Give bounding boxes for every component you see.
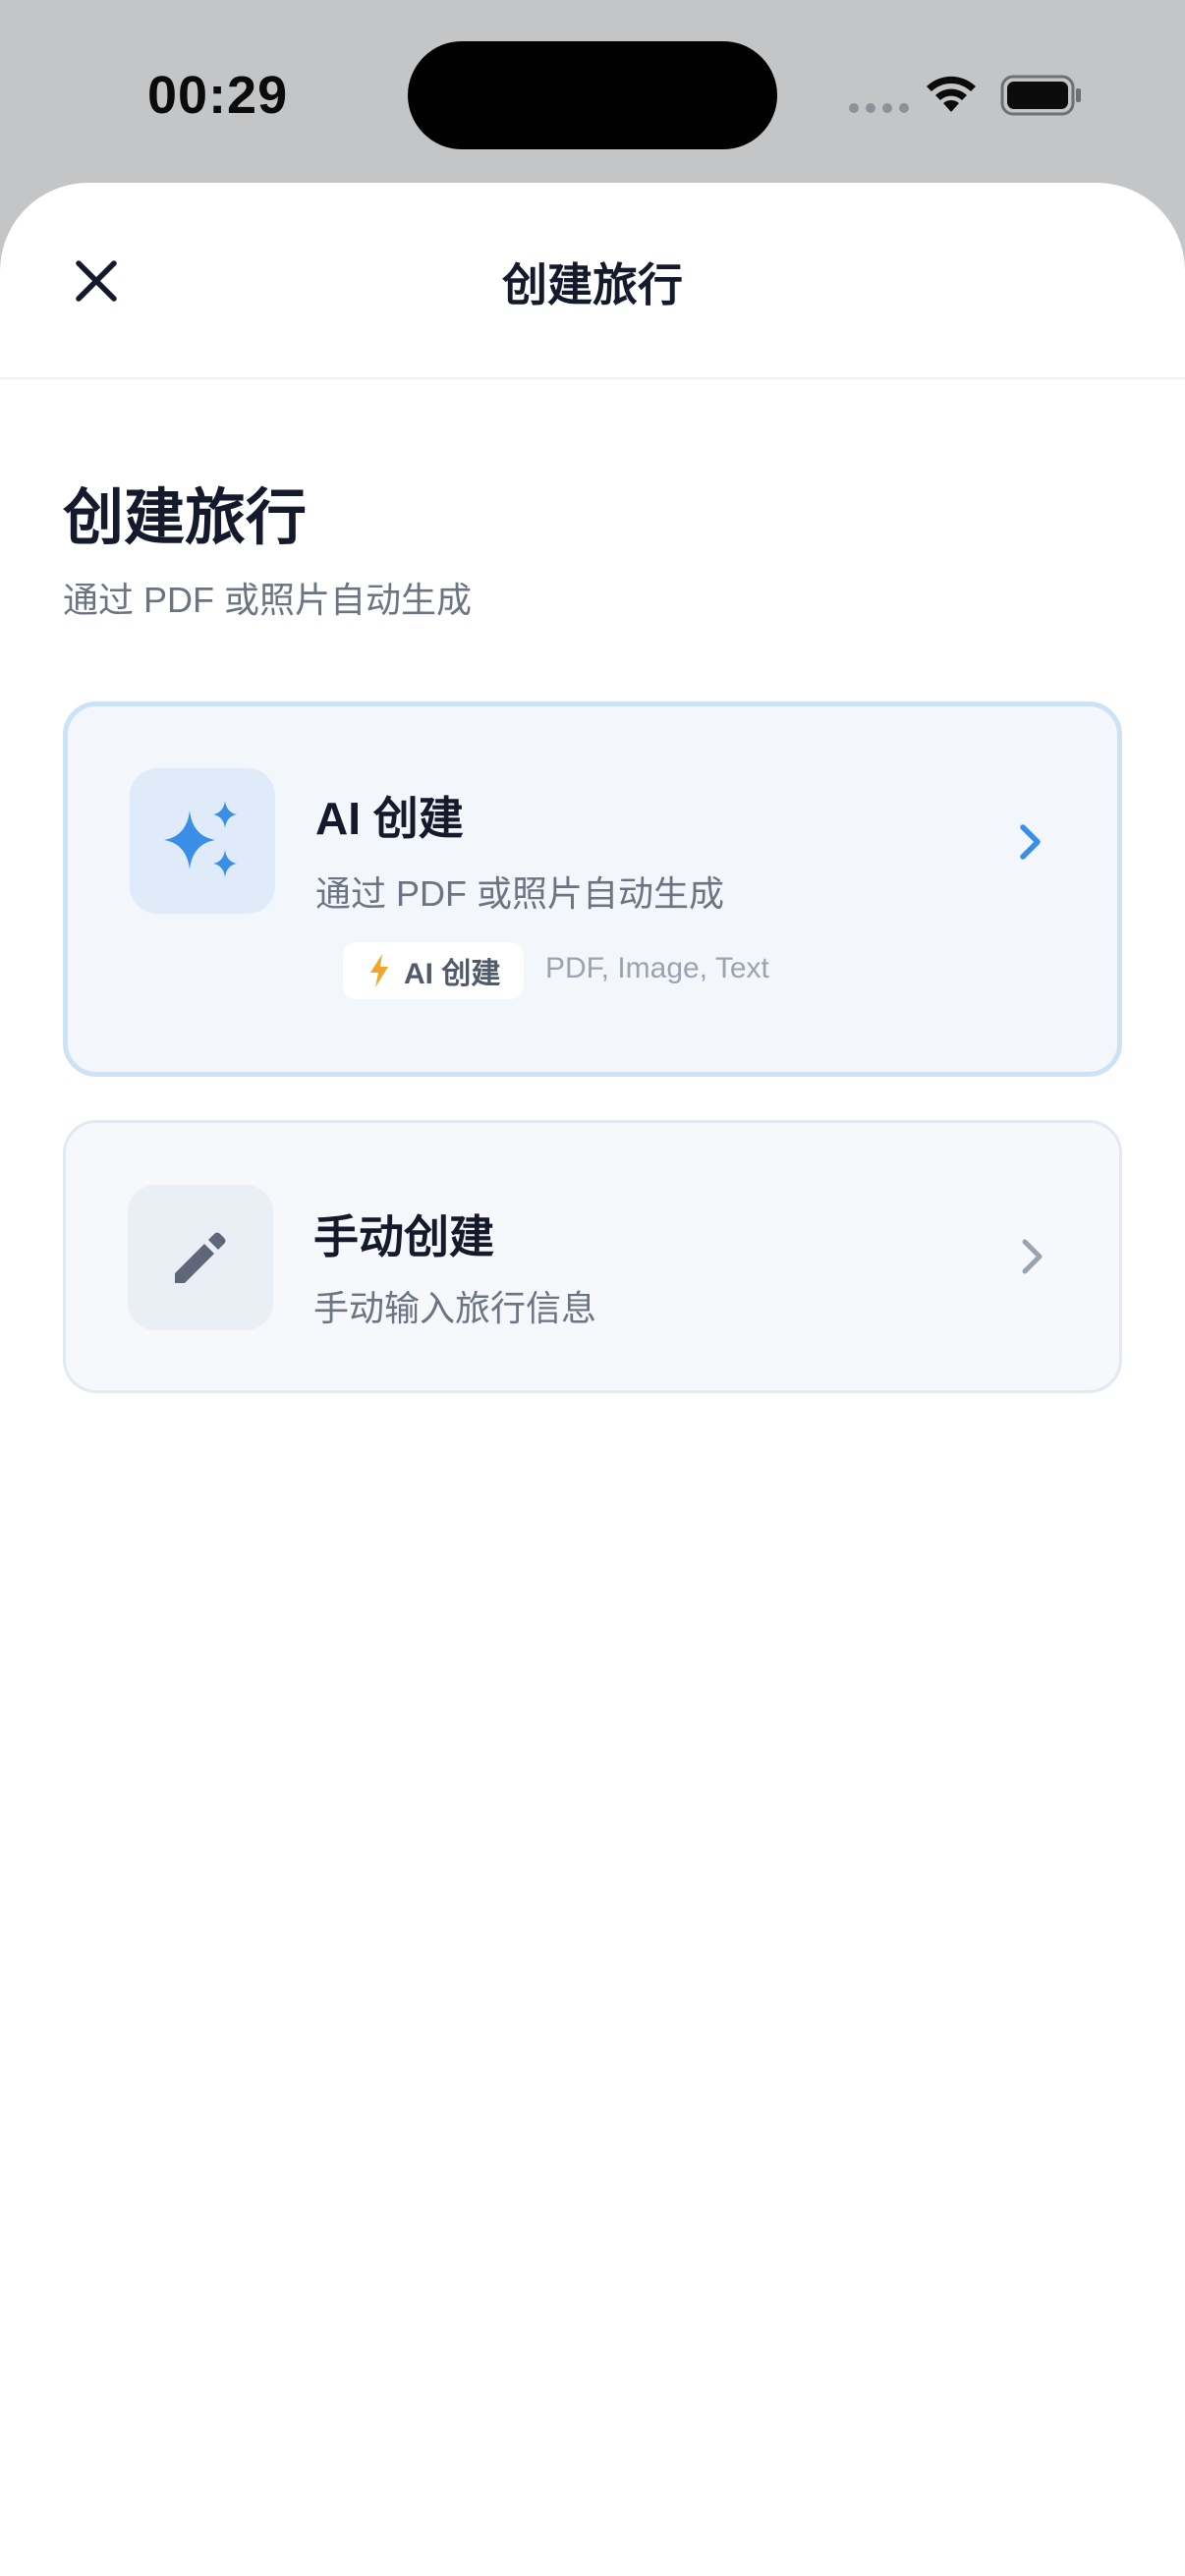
ai-icon-box [130,768,275,914]
manual-card-title: 手动创建 [313,1211,494,1262]
ai-chip: AI 创建 [343,942,525,999]
sparkles-icon [164,801,237,877]
manual-card-subtitle: 手动输入旅行信息 [313,1288,597,1328]
page-subtitle: 通过 PDF 或照片自动生成 [63,580,473,620]
ai-chip-label: AI 创建 [404,958,501,990]
pencil-icon [175,1232,226,1283]
dynamic-island [408,41,777,149]
lightning-icon [370,954,388,987]
ai-create-card[interactable]: AI 创建 通过 PDF 或照片自动生成 AI 创建 PDF, Image, T… [63,701,1122,1077]
battery-icon [1000,75,1081,116]
page-title: 创建旅行 [63,484,308,552]
wifi-icon [927,76,976,112]
nav-bar: 创建旅行 [0,183,1185,379]
status-bar: 00:29 [0,0,1185,187]
manual-create-card[interactable]: 手动创建 手动输入旅行信息 [63,1120,1122,1393]
chevron-right-icon [1009,812,1052,871]
cellular-signal-icon [849,103,909,113]
nav-title: 创建旅行 [502,259,683,310]
ai-card-title: AI 创建 [315,793,464,844]
manual-icon-box [128,1185,273,1330]
status-time: 00:29 [147,66,289,125]
ai-card-subtitle: 通过 PDF 或照片自动生成 [315,873,725,914]
chevron-right-icon [1011,1227,1054,1286]
ai-supported-formats: PDF, Image, Text [545,952,769,984]
create-trip-sheet: 创建旅行 创建旅行 通过 PDF 或照片自动生成 AI 创建 通过 PDF 或照… [0,183,1185,2576]
